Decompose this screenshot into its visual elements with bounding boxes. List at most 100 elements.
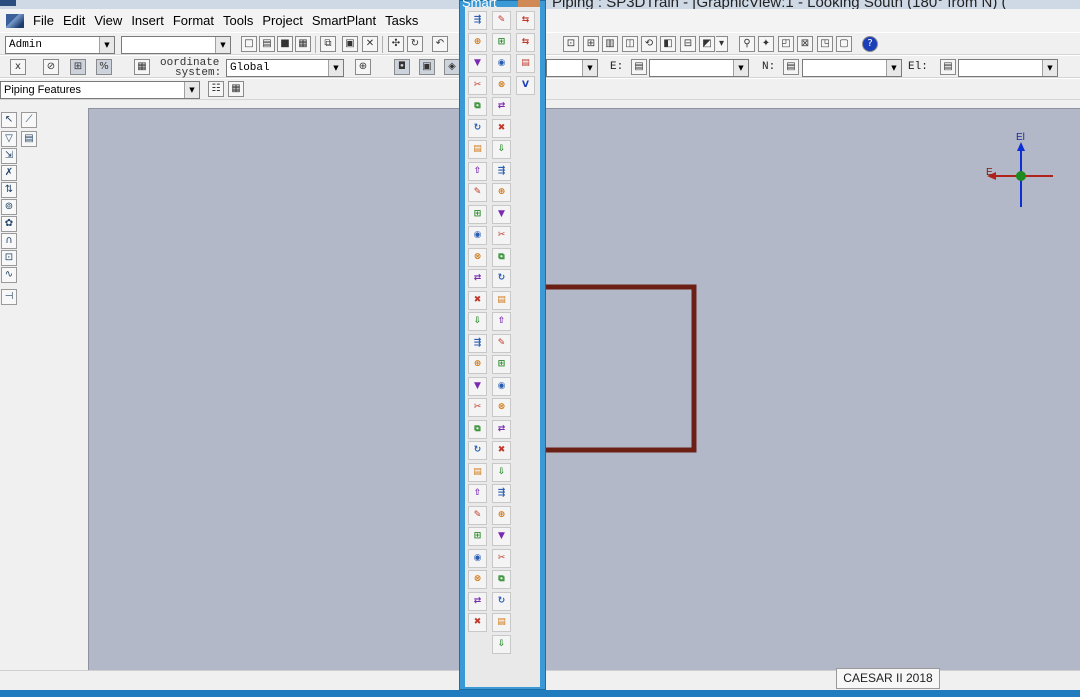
offset-icon[interactable]: ◘	[394, 59, 410, 75]
e-coordinate-field[interactable]: ▼	[649, 59, 749, 77]
paste-icon[interactable]: ▣	[342, 36, 358, 52]
import-icon[interactable]: ⇩	[492, 462, 511, 482]
copy-icon[interactable]: ⧉	[492, 570, 511, 589]
undo-icon[interactable]: ↶	[432, 36, 448, 52]
connect-icon[interactable]: ⊕	[492, 183, 511, 202]
menu-project[interactable]: Project	[257, 11, 306, 31]
permission-group-combo[interactable]: Admin ▼	[5, 36, 115, 54]
menu-tools[interactable]: Tools	[218, 11, 257, 31]
feature-filter-icon[interactable]: ▦	[228, 81, 244, 97]
chevron-down-icon[interactable]: ▼	[886, 60, 901, 76]
pipe-run-icon[interactable]: ⇶	[468, 11, 487, 30]
filter-icon[interactable]: ▼	[468, 376, 487, 396]
route-pipe-icon[interactable]: ⟋	[21, 112, 37, 128]
filter-icon[interactable]: ▼	[492, 527, 511, 546]
snap-icon[interactable]: ◈	[444, 59, 460, 75]
copy-icon[interactable]: ⧉	[468, 419, 487, 439]
graphic-view[interactable]: El E	[88, 108, 1080, 670]
pan-icon[interactable]: ◫	[622, 36, 638, 52]
caesar-badge[interactable]: CAESAR II 2018	[836, 668, 940, 689]
report-icon[interactable]: ▤	[468, 462, 487, 482]
pipe-run[interactable]	[544, 284, 697, 453]
join-icon[interactable]: ⊗	[468, 247, 487, 267]
pipe-run-icon[interactable]: ⇶	[492, 161, 511, 181]
place-specialty-icon[interactable]: ▤	[21, 131, 37, 147]
join-icon[interactable]: ⊗	[468, 570, 487, 589]
open-icon[interactable]: ▤	[259, 36, 275, 52]
refresh-icon[interactable]: ↻	[407, 36, 423, 52]
report-icon[interactable]: ▤	[492, 290, 511, 310]
delete-icon[interactable]: ✕	[362, 36, 378, 52]
copy-icon[interactable]: ⧉	[320, 36, 336, 52]
chevron-down-icon[interactable]: ▼	[99, 37, 114, 53]
move-icon[interactable]: ⇄	[468, 269, 487, 288]
position-combo[interactable]: ▼	[546, 59, 598, 77]
properties-icon[interactable]: ▢	[836, 36, 852, 52]
join-icon[interactable]: ⊗	[492, 75, 511, 95]
export-icon[interactable]: ⇧	[492, 312, 511, 331]
connect-icon[interactable]: ⇅	[1, 182, 17, 198]
zoom-area-icon[interactable]: ⊞	[583, 36, 599, 52]
palette-extra-icon[interactable]: ⇆	[516, 32, 535, 52]
n-lock-icon[interactable]: ▤	[783, 59, 799, 75]
el-coordinate-field[interactable]: ▼	[958, 59, 1058, 77]
filter-icon[interactable]: ▼	[468, 54, 487, 73]
e-lock-icon[interactable]: ▤	[631, 59, 647, 75]
insert-split-icon[interactable]: ⇲	[1, 148, 17, 164]
rotate-icon[interactable]: ↻	[468, 441, 487, 460]
percent-icon[interactable]: %	[96, 59, 112, 75]
view-top-icon[interactable]: ⊟	[680, 36, 696, 52]
view-front-icon[interactable]: ◧	[660, 36, 676, 52]
view-icon[interactable]: ◉	[468, 226, 487, 245]
menu-format[interactable]: Format	[168, 11, 218, 31]
move-icon[interactable]: ⇄	[468, 591, 487, 611]
render-icon[interactable]: ◩	[699, 36, 715, 52]
report-icon[interactable]: ▤	[468, 140, 487, 159]
dimension-icon[interactable]: ⊣	[1, 289, 17, 305]
zoom-in-icon[interactable]: ✦	[758, 36, 774, 52]
split-icon[interactable]: ✂	[492, 226, 511, 245]
smartplant-logo-icon[interactable]	[6, 13, 24, 28]
rotate-icon[interactable]: ↻	[492, 591, 511, 611]
grid-icon[interactable]: ⊠	[797, 36, 813, 52]
delete-icon[interactable]: ✖	[468, 290, 487, 310]
chevron-down-icon[interactable]: ▼	[733, 60, 748, 76]
insert-component-icon[interactable]: ⊞	[492, 32, 511, 52]
delete-icon[interactable]: ✖	[492, 118, 511, 138]
connect-icon[interactable]: ⊕	[468, 32, 487, 52]
calculator-icon[interactable]: ▦	[134, 59, 150, 75]
filter-icon[interactable]: ▼	[492, 204, 511, 224]
rotate-icon[interactable]: ↻	[492, 269, 511, 288]
chevron-down-icon[interactable]: ▼	[582, 60, 597, 76]
validate-icon[interactable]: V	[516, 75, 535, 95]
pipe-run-icon[interactable]: ⇶	[468, 333, 487, 353]
n-coordinate-field[interactable]: ▼	[802, 59, 902, 77]
save-icon[interactable]: ■	[277, 36, 293, 52]
print-icon[interactable]: ▦	[295, 36, 311, 52]
move-icon[interactable]: ⇄	[492, 419, 511, 439]
palette-extra-icon[interactable]: ▤	[516, 54, 535, 73]
sloped-pipe-icon[interactable]: ∿	[1, 267, 17, 283]
copy-icon[interactable]: ⧉	[492, 247, 511, 267]
filter-combo[interactable]: ▼	[121, 36, 231, 54]
connect-icon[interactable]: ⊕	[468, 355, 487, 374]
menu-smartplant[interactable]: SmartPlant	[307, 11, 380, 31]
locate-icon[interactable]: ⊞	[70, 59, 86, 75]
route-icon[interactable]: ✎	[468, 505, 487, 525]
insert-component-icon[interactable]: ▽	[1, 131, 17, 147]
menu-tasks[interactable]: Tasks	[380, 11, 422, 31]
palette-extra-icon[interactable]: ⇆	[516, 11, 535, 30]
rotate-view-icon[interactable]: ⟲	[641, 36, 657, 52]
clear-icon[interactable]: x	[10, 59, 26, 75]
insert-tap-icon[interactable]: ✗	[1, 165, 17, 181]
menu-file[interactable]: File	[28, 11, 58, 31]
windows-taskbar[interactable]	[0, 690, 1080, 697]
view-icon[interactable]: ◉	[492, 376, 511, 396]
chevron-down-icon[interactable]: ▾	[716, 36, 728, 52]
feature-icon[interactable]: ⊡	[1, 250, 17, 266]
graphic-canvas[interactable]: El E	[89, 109, 1080, 671]
el-lock-icon[interactable]: ▤	[940, 59, 956, 75]
spool-icon[interactable]: ⊚	[1, 199, 17, 215]
pipe-run-icon[interactable]: ⇶	[492, 484, 511, 503]
move-icon[interactable]: ⇄	[492, 97, 511, 116]
